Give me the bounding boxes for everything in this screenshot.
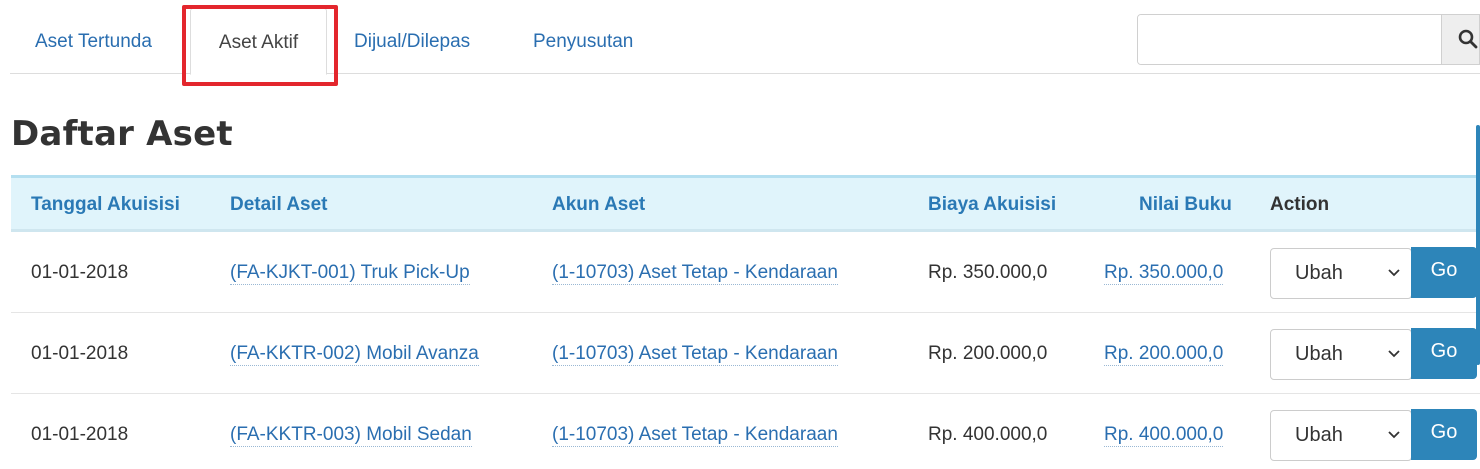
book-value-link[interactable]: Rp. 350.000,0 (1104, 232, 1224, 313)
cell-date: 01-01-2018 (31, 424, 129, 445)
header-detail-aset[interactable]: Detail Aset (230, 178, 328, 232)
go-button[interactable]: Go (1411, 328, 1477, 379)
cell-cost: Rp. 400.000,0 (928, 424, 1048, 445)
action-select-value: Ubah (1295, 343, 1343, 365)
page-title: Daftar Aset (11, 114, 233, 154)
search-box (1137, 14, 1480, 65)
asset-detail-link[interactable]: (FA-KJKT-001) Truk Pick-Up (230, 232, 470, 313)
tab-aset-aktif[interactable]: Aset Aktif (190, 8, 327, 75)
table-row: 01-01-2018 (FA-KKTR-002) Mobil Avanza (1… (11, 313, 1480, 394)
chevron-down-icon (1387, 249, 1401, 317)
cell-cost: Rp. 200.000,0 (928, 343, 1048, 364)
table-row: 01-01-2018 (FA-KKTR-003) Mobil Sedan (1-… (11, 394, 1480, 469)
asset-detail-link[interactable]: (FA-KKTR-002) Mobil Avanza (230, 313, 479, 394)
search-icon (1458, 29, 1478, 49)
book-value-link[interactable]: Rp. 200.000,0 (1104, 313, 1224, 394)
search-input[interactable] (1138, 15, 1441, 64)
tab-aset-tertunda[interactable]: Aset Tertunda (35, 10, 152, 74)
table-header: Tanggal Akuisisi Detail Aset Akun Aset B… (11, 175, 1480, 232)
action-select[interactable]: Ubah (1270, 329, 1412, 380)
asset-table: Tanggal Akuisisi Detail Aset Akun Aset B… (11, 175, 1480, 469)
cell-date: 01-01-2018 (31, 343, 129, 364)
tab-dijual-dilepas[interactable]: Dijual/Dilepas (354, 10, 470, 74)
asset-account-link[interactable]: (1-10703) Aset Tetap - Kendaraan (552, 313, 838, 394)
action-select-value: Ubah (1295, 424, 1343, 446)
cell-date: 01-01-2018 (31, 262, 129, 283)
go-button[interactable]: Go (1411, 409, 1477, 460)
table-row: 01-01-2018 (FA-KJKT-001) Truk Pick-Up (1… (11, 232, 1480, 313)
cell-cost: Rp. 350.000,0 (928, 262, 1048, 283)
action-select[interactable]: Ubah (1270, 248, 1412, 299)
asset-account-link[interactable]: (1-10703) Aset Tetap - Kendaraan (552, 394, 838, 469)
go-button[interactable]: Go (1411, 247, 1477, 298)
action-select-value: Ubah (1295, 262, 1343, 284)
asset-account-link[interactable]: (1-10703) Aset Tetap - Kendaraan (552, 232, 838, 313)
header-biaya-akuisisi[interactable]: Biaya Akuisisi (928, 178, 1056, 232)
header-akun-aset[interactable]: Akun Aset (552, 178, 645, 232)
chevron-down-icon (1387, 411, 1401, 469)
chevron-down-icon (1387, 330, 1401, 398)
action-select[interactable]: Ubah (1270, 410, 1412, 461)
book-value-link[interactable]: Rp. 400.000,0 (1104, 394, 1224, 469)
header-nilai-buku[interactable]: Nilai Buku (1139, 178, 1232, 232)
header-tanggal-akuisisi[interactable]: Tanggal Akuisisi (31, 178, 180, 232)
scrollbar[interactable] (1476, 125, 1480, 365)
search-button[interactable] (1441, 15, 1479, 64)
asset-detail-link[interactable]: (FA-KKTR-003) Mobil Sedan (230, 394, 472, 469)
header-action: Action (1270, 194, 1330, 215)
tab-penyusutan[interactable]: Penyusutan (533, 10, 633, 74)
